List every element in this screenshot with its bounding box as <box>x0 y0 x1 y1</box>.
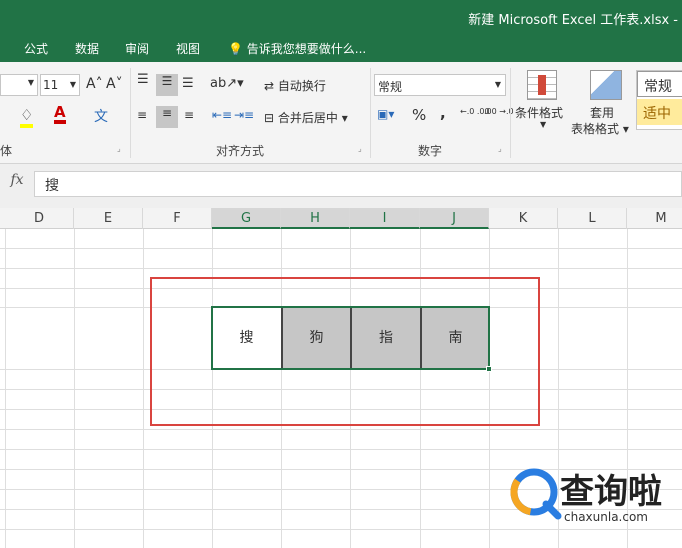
merge-center-label: 合并后居中 <box>277 111 338 125</box>
divider <box>370 68 371 158</box>
conditional-format-icon <box>527 70 557 100</box>
increase-font-icon[interactable]: A˄ <box>86 76 103 92</box>
merge-icon: ⊟ <box>264 111 275 125</box>
orientation-icon[interactable]: ab↗▾ <box>210 76 244 91</box>
font-name-dropdown[interactable]: ▼ <box>0 74 38 96</box>
font-color-icon[interactable]: A <box>54 104 66 124</box>
align-center-icon[interactable]: ≡ <box>156 106 178 128</box>
table-format-icon <box>590 70 622 100</box>
column-header-e[interactable]: E <box>74 208 143 229</box>
wrap-text-label: 自动换行 <box>277 79 326 93</box>
tell-me-search[interactable]: 💡 告诉我您想要做什么... <box>228 40 366 57</box>
accounting-format-icon[interactable]: ▣▾ <box>377 107 394 121</box>
comma-button[interactable]: , <box>440 104 446 122</box>
tab-view[interactable]: 视图 <box>176 40 200 57</box>
decrease-indent-icon[interactable]: ⇤≡ <box>212 108 232 122</box>
percent-button[interactable]: % <box>412 106 426 124</box>
merge-center-button[interactable]: ⊟ 合并后居中 ▾ <box>264 109 348 126</box>
column-header-m[interactable]: M <box>627 208 682 229</box>
number-format-dropdown[interactable]: 常规 ▼ <box>374 74 506 96</box>
table-format-button[interactable]: 表格格式 ▾ <box>571 120 629 137</box>
decrease-font-icon[interactable]: A˅ <box>106 76 123 92</box>
table-format-label-1[interactable]: 套用 <box>590 104 614 121</box>
chevron-down-icon[interactable]: ▼ <box>540 120 546 129</box>
watermark-icon <box>510 468 562 520</box>
column-header-g[interactable]: G <box>212 208 281 229</box>
style-neutral[interactable]: 适中 <box>637 99 682 125</box>
tab-data[interactable]: 数据 <box>75 40 99 57</box>
align-middle-icon[interactable]: ☰ <box>156 74 178 96</box>
alignment-group-label: 对齐方式 <box>216 144 265 158</box>
font-group-label: 体 <box>0 144 13 158</box>
title-bar: 新建 Microsoft Excel 工作表.xlsx - <box>0 0 682 36</box>
divider <box>510 68 511 158</box>
lightbulb-icon: 💡 <box>228 42 243 56</box>
column-header-k[interactable]: K <box>489 208 558 229</box>
watermark-logo: 查询啦 chaxunla.com <box>506 460 682 536</box>
decrease-decimal-icon[interactable]: .00 →.0 <box>484 108 514 116</box>
cell-styles-gallery: 常规 适中 <box>636 70 682 130</box>
watermark-name: 查询啦 <box>560 472 662 512</box>
divider <box>130 68 131 158</box>
column-header-h[interactable]: H <box>281 208 350 229</box>
ribbon-tabs: 公式 数据 审阅 视图 💡 告诉我您想要做什么... <box>0 36 682 62</box>
column-header-l[interactable]: L <box>558 208 627 229</box>
increase-decimal-icon[interactable]: ←.0 .00 <box>460 108 490 116</box>
font-dialog-launcher-icon[interactable]: ⌟ <box>117 144 121 153</box>
watermark-domain: chaxunla.com <box>564 510 648 524</box>
column-header-i[interactable]: I <box>350 208 420 229</box>
font-size-dropdown[interactable]: 11 ▼ <box>40 74 80 96</box>
column-headers: D E F G H I J K L M <box>0 208 682 229</box>
increase-indent-icon[interactable]: ⇥≡ <box>234 108 254 122</box>
alignment-dialog-launcher-icon[interactable]: ⌟ <box>358 144 362 153</box>
formula-bar: fx 搜 <box>0 164 682 208</box>
wrap-text-icon: ⇄ <box>264 79 275 93</box>
column-header-j[interactable]: J <box>420 208 489 229</box>
column-header-d[interactable]: D <box>5 208 74 229</box>
number-dialog-launcher-icon[interactable]: ⌟ <box>498 144 502 153</box>
window-title: 新建 Microsoft Excel 工作表.xlsx - <box>468 13 678 28</box>
style-normal[interactable]: 常规 <box>637 71 682 97</box>
wrap-text-button[interactable]: ⇄ 自动换行 <box>264 77 326 94</box>
align-right-icon[interactable]: ≡ <box>184 108 194 122</box>
tab-review[interactable]: 审阅 <box>125 40 149 57</box>
insert-function-icon[interactable]: fx <box>4 172 30 196</box>
column-header-f[interactable]: F <box>143 208 212 229</box>
table-format-label-2: 表格格式 <box>571 122 620 136</box>
font-size-value: 11 <box>43 78 59 92</box>
ribbon: ▼ 11 ▼ A˄ A˅ ♢ A 文 体 ☰ ☰ ☰ ab↗▾ ≡ ≡ ≡ ⇤≡ … <box>0 62 682 164</box>
align-left-icon[interactable]: ≡ <box>137 108 147 122</box>
align-bottom-icon[interactable]: ☰ <box>182 76 194 91</box>
tab-formulas[interactable]: 公式 <box>24 40 48 57</box>
align-top-icon[interactable]: ☰ <box>137 72 149 87</box>
tell-me-text: 告诉我您想要做什么... <box>246 42 367 56</box>
highlight-annotation-box <box>150 277 540 426</box>
number-format-value: 常规 <box>378 80 403 94</box>
formula-input[interactable]: 搜 <box>34 171 682 197</box>
number-group-label: 数字 <box>418 144 443 158</box>
conditional-format-button[interactable]: 条件格式 <box>515 104 563 121</box>
fill-color-icon[interactable]: ♢ <box>20 106 34 128</box>
phonetic-icon[interactable]: 文 <box>94 106 108 126</box>
